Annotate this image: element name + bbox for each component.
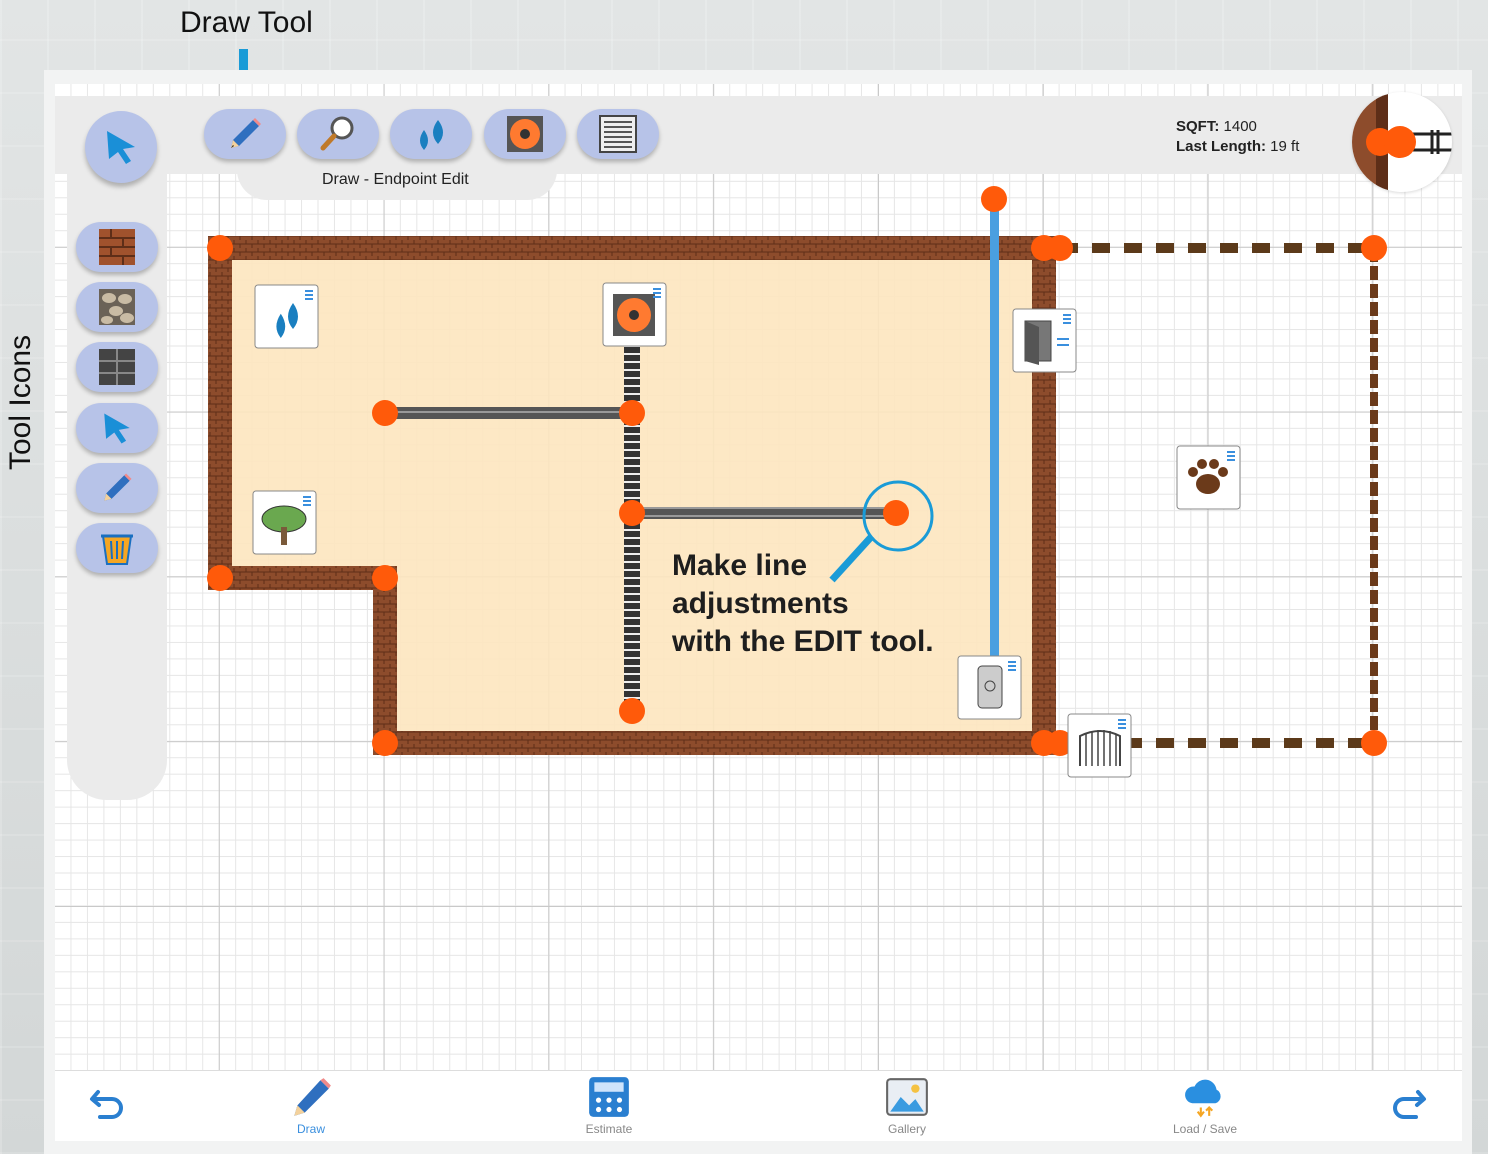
delete-tool-button[interactable] [76,523,158,573]
edit-tool-button[interactable] [76,403,158,453]
water-drops-icon [420,120,443,150]
door-item[interactable] [1012,308,1077,373]
nav-gallery-label: Gallery [887,1122,926,1136]
edit-arrow-icon [104,413,130,444]
tile-tool-button[interactable] [76,342,158,392]
draw-tool-button[interactable] [204,109,286,159]
nav-draw[interactable]: Draw [256,1074,366,1138]
calculator-icon [589,1077,629,1117]
draw-tool-callout: Draw Tool [180,6,313,39]
vent-tool-button[interactable] [577,109,659,159]
tile-icon [99,349,135,385]
nav-load-save-label: Load / Save [1172,1122,1238,1136]
pencil-icon [231,118,261,148]
annotation-line: Make line [672,549,808,582]
material-preview[interactable] [1352,92,1452,192]
nav-estimate[interactable]: Estimate [554,1074,664,1138]
tool-icons-callout: Tool Icons [4,334,37,470]
gate-item[interactable] [1067,713,1132,778]
nav-estimate-label: Estimate [585,1122,633,1136]
paw-item[interactable] [1176,445,1241,510]
pencil-icon [104,473,132,501]
redo-icon [1393,1090,1426,1119]
pipe-line[interactable] [624,345,640,711]
stats-panel: SQFT: 1400 Last Length: 19 ft [1176,117,1299,157]
edit-tool-annotation: Make line adjustments with the EDIT tool… [672,547,934,661]
water-heater-item[interactable] [957,655,1022,720]
water-line[interactable] [990,199,999,675]
redo-button[interactable] [1386,1082,1430,1126]
last-length-value: 19 ft [1270,138,1300,155]
stone-icon [99,289,135,325]
vent-icon [599,115,637,153]
select-arrow-icon [107,131,135,164]
mode-label: Draw - Endpoint Edit [322,171,469,188]
tree-item[interactable] [252,490,317,555]
pipe-line[interactable] [385,407,632,419]
nav-gallery[interactable]: Gallery [852,1074,962,1138]
water-drops-item[interactable] [254,284,319,349]
select-tool-button[interactable] [85,111,157,183]
fan-item[interactable] [602,282,667,347]
zoom-tool-button[interactable] [297,109,379,159]
undo-icon [90,1090,123,1119]
annotation-line: adjustments [672,587,849,620]
trash-icon [101,534,133,565]
nav-draw-label: Draw [296,1122,325,1136]
undo-button[interactable] [86,1082,130,1126]
pipe-line[interactable] [632,507,896,519]
cloud-sync-icon [1185,1079,1221,1118]
fan-icon [507,116,543,152]
nav-load-save[interactable]: Load / Save [1150,1074,1260,1138]
fan-tool-button[interactable] [484,109,566,159]
plumbing-tool-button[interactable] [390,109,472,159]
last-length-label: Last Length: [1176,138,1266,155]
brick-tool-button[interactable] [76,222,158,272]
stone-tool-button[interactable] [76,282,158,332]
brick-fence-preview-icon [1352,92,1452,192]
annotation-line: with the EDIT tool. [672,625,934,658]
gallery-icon [886,1078,928,1116]
pencil-icon [294,1078,331,1116]
sqft-value: 1400 [1223,118,1257,135]
brick-wall-icon [99,229,135,265]
pencil-tool-button[interactable] [76,463,158,513]
magnifier-icon [320,116,354,151]
sqft-label: SQFT: [1176,118,1220,135]
